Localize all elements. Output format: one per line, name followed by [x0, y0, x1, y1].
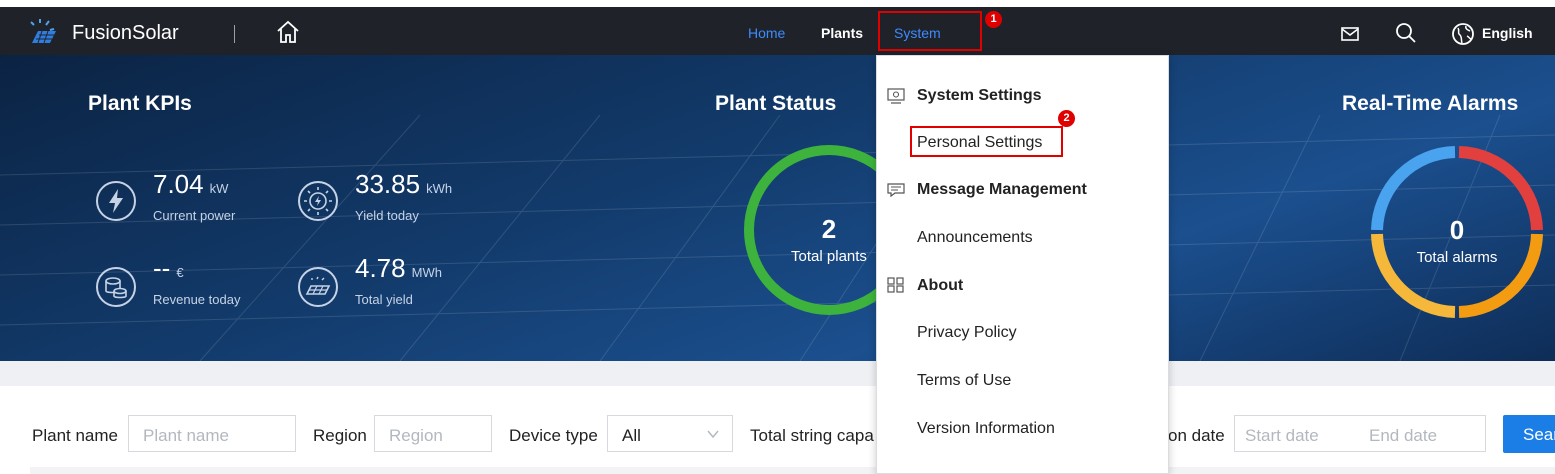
dashboard-hero: Plant KPIs Plant Status Real-Time Alarms… [0, 55, 1555, 361]
search-icon[interactable] [1394, 21, 1418, 45]
table-header-strip [30, 467, 1555, 474]
brand-name[interactable]: FusionSolar [72, 22, 179, 45]
plant-name-label: Plant name [32, 426, 118, 445]
start-date-input[interactable]: Start date [1245, 426, 1319, 446]
globe-icon[interactable] [1450, 21, 1476, 47]
region-label: Region [313, 426, 367, 445]
logo-icon[interactable] [26, 17, 66, 47]
total-yield-label: Total yield [355, 292, 413, 307]
device-type-select[interactable]: All [607, 415, 733, 452]
menu-heading-system-settings[interactable]: System Settings [917, 87, 1041, 105]
annotation-badge-1: 1 [985, 11, 1002, 28]
menu-heading-message-management[interactable]: Message Management [917, 181, 1087, 199]
home-icon[interactable] [275, 19, 301, 45]
message-icon [887, 183, 905, 198]
revenue-today-value: -- € [153, 253, 184, 283]
divider [234, 25, 235, 43]
system-dropdown-menu: System Settings Personal Settings Messag… [876, 55, 1169, 474]
annotation-badge-2: 2 [1058, 110, 1075, 127]
plant-status-title: Plant Status [715, 92, 837, 115]
chevron-down-icon [707, 430, 719, 439]
annotation-highlight-system [878, 11, 982, 51]
real-time-alarms-title: Real-Time Alarms [1342, 92, 1519, 115]
top-navigation-bar: FusionSolar Home Plants System English [0, 7, 1555, 55]
device-type-label: Device type [509, 426, 598, 445]
annotation-highlight-personal-settings [910, 126, 1063, 157]
total-yield-value: 4.78 MWh [355, 253, 442, 283]
yield-today-value: 33.85 kWh [355, 169, 453, 199]
language-selector[interactable]: English [1482, 25, 1533, 41]
grid-icon [887, 277, 904, 293]
plant-name-input[interactable]: Plant name [128, 415, 296, 452]
nav-plants[interactable]: Plants [821, 25, 863, 41]
yield-today-label: Yield today [355, 208, 419, 223]
total-alarms-value: 0 [1449, 215, 1465, 245]
search-button[interactable]: Sear [1503, 415, 1555, 453]
section-divider-band [0, 361, 1555, 386]
plant-kpis-title: Plant KPIs [88, 92, 192, 115]
menu-item-announcements[interactable]: Announcements [917, 229, 1033, 247]
current-power-value: 7.04 kW [153, 169, 229, 199]
nav-home[interactable]: Home [748, 25, 785, 41]
sun-icon [298, 181, 338, 221]
mail-icon[interactable] [1340, 25, 1360, 43]
lightning-icon [96, 181, 136, 221]
menu-item-version-information[interactable]: Version Information [917, 420, 1055, 438]
string-capacity-label: Total string capa [750, 426, 874, 445]
menu-item-terms-of-use[interactable]: Terms of Use [917, 372, 1011, 390]
coins-icon [96, 267, 136, 307]
menu-item-privacy-policy[interactable]: Privacy Policy [917, 324, 1017, 342]
menu-heading-about[interactable]: About [917, 277, 963, 295]
monitor-settings-icon [887, 88, 905, 104]
end-date-input[interactable]: End date [1369, 426, 1437, 446]
date-range-picker[interactable]: Start date End date [1234, 415, 1486, 452]
device-type-value: All [622, 426, 641, 445]
date-label: on date [1168, 426, 1225, 445]
revenue-today-label: Revenue today [153, 292, 241, 307]
total-alarms-label: Total alarms [1416, 249, 1498, 266]
top-strip [0, 0, 1555, 7]
solar-panel-icon [298, 267, 338, 307]
current-power-label: Current power [153, 208, 236, 223]
region-input[interactable]: Region [374, 415, 492, 452]
